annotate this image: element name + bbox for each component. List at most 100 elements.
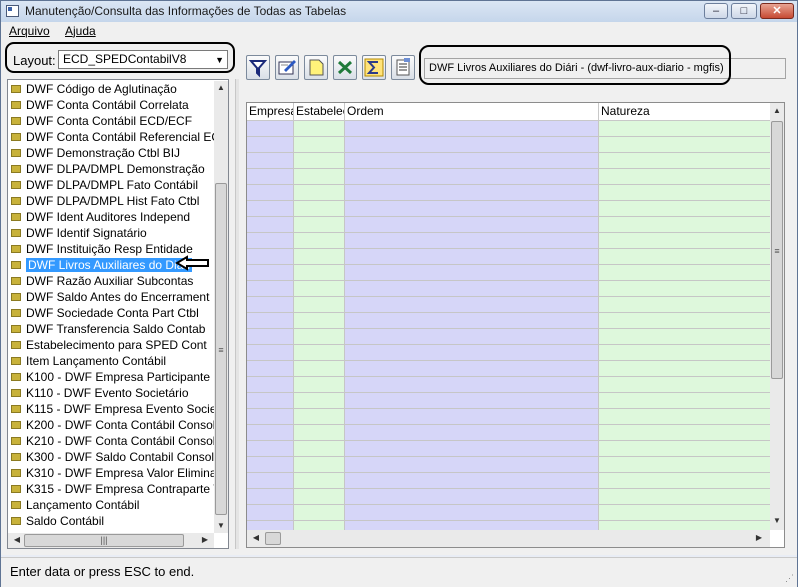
tree-item[interactable]: K110 - DWF Evento Societário — [10, 385, 216, 401]
tree-vertical-scrollbar[interactable]: ▲ ≡ ▼ — [214, 81, 228, 533]
tree-item[interactable]: DWF Conta Contábil Correlata — [10, 97, 216, 113]
tree-item-label: DWF Transferencia Saldo Contab — [26, 322, 206, 336]
folder-icon — [11, 308, 21, 317]
menu-ajuda[interactable]: Ajuda — [65, 24, 96, 38]
title-bar: Manutenção/Consulta das Informações de T… — [1, 1, 797, 23]
column-header-natureza[interactable]: Natureza — [599, 103, 770, 120]
new-document-icon — [305, 56, 327, 79]
grid-vertical-scrollbar[interactable]: ▲ ≡ ▼ — [770, 103, 784, 530]
tree-item[interactable]: DWF Código de Aglutinação — [10, 81, 216, 97]
tree-item[interactable]: K100 - DWF Empresa Participante Cons — [10, 369, 216, 385]
grid-hscroll-thumb[interactable] — [265, 532, 281, 545]
tree-item[interactable]: DWF DLPA/DMPL Fato Contábil — [10, 177, 216, 193]
scroll-left-icon[interactable]: ◀ — [249, 531, 263, 545]
sum-button[interactable] — [362, 55, 386, 80]
folder-icon — [11, 324, 21, 333]
scroll-down-icon[interactable]: ▼ — [214, 519, 228, 533]
tree-item[interactable]: Saldo Contábil — [10, 513, 216, 529]
main-window: Manutenção/Consulta das Informações de T… — [0, 0, 798, 587]
chevron-down-icon[interactable]: ▼ — [215, 52, 224, 69]
grid-col-divider — [344, 121, 345, 530]
tree-item[interactable]: K315 - DWF Empresa Contraparte Valor — [10, 481, 216, 497]
layout-selected-value: ECD_SPEDContabilV8 — [63, 52, 187, 66]
scroll-right-icon[interactable]: ▶ — [752, 531, 766, 545]
scroll-left-icon[interactable]: ◀ — [10, 533, 24, 547]
tree-item[interactable]: DWF Conta Contábil ECD/ECF — [10, 113, 216, 129]
layout-dropdown[interactable]: ECD_SPEDContabilV8 ▼ — [58, 50, 228, 69]
tree-item[interactable]: DWF Saldo Antes do Encerrament — [10, 289, 216, 305]
folder-icon — [11, 244, 21, 253]
folder-icon — [11, 356, 21, 365]
maximize-button[interactable]: □ — [731, 3, 757, 19]
folder-icon — [11, 340, 21, 349]
folder-icon — [11, 84, 21, 93]
menu-arquivo[interactable]: Arquivo — [9, 24, 50, 38]
tree-item[interactable]: Lançamento Contábil — [10, 497, 216, 513]
tree-item[interactable]: K300 - DWF Saldo Contabil Consolidado — [10, 449, 216, 465]
menu-bar: Arquivo Ajuda — [1, 22, 797, 40]
excel-button[interactable] — [333, 55, 357, 80]
tree-item[interactable]: DWF Demonstração Ctbl BIJ — [10, 145, 216, 161]
tree-item[interactable]: DWF Sociedade Conta Part Ctbl — [10, 305, 216, 321]
tree-item-label: DWF Conta Contábil Correlata — [26, 98, 189, 112]
tree-item[interactable]: Estabelecimento para SPED Cont — [10, 337, 216, 353]
tree-item[interactable]: K115 - DWF Empresa Evento Societário — [10, 401, 216, 417]
tree-item-label: DWF Identif Signatário — [26, 226, 147, 240]
folder-icon — [11, 228, 21, 237]
grid-horizontal-scrollbar[interactable]: ◀ ▶ — [247, 530, 770, 547]
column-header-empresa[interactable]: Empresa — [247, 103, 294, 120]
new-button[interactable] — [304, 55, 328, 80]
column-header-estabelec[interactable]: Estabelec — [294, 103, 345, 120]
close-button[interactable]: ✕ — [760, 3, 794, 19]
tree-item-label: DWF Conta Contábil ECD/ECF — [26, 114, 193, 128]
tree-item-label: DWF Demonstração Ctbl BIJ — [26, 146, 181, 160]
app-icon — [6, 5, 19, 17]
tree-item-label: DWF Razão Auxiliar Subcontas — [26, 274, 194, 288]
tree-item[interactable]: DWF Identif Signatário — [10, 225, 216, 241]
tree-item[interactable]: Item Lançamento Contábil — [10, 353, 216, 369]
tree-item-label: Saldo Contábil — [26, 514, 105, 528]
folder-icon — [11, 132, 21, 141]
tree-item[interactable]: K310 - DWF Empresa Valor Eliminado — [10, 465, 216, 481]
scroll-up-icon[interactable]: ▲ — [214, 81, 228, 95]
tree-item[interactable]: DWF DLPA/DMPL Hist Fato Ctbl — [10, 193, 216, 209]
tree-item[interactable]: DWF Ident Auditores Independ — [10, 209, 216, 225]
tree-item[interactable]: DWF Conta Contábil Referencial ECD/E — [10, 129, 216, 145]
tree-item[interactable]: DWF Razão Auxiliar Subcontas — [10, 273, 216, 289]
tree-item-label: DWF Conta Contábil Referencial ECD/E — [26, 130, 216, 144]
resize-grip-icon[interactable]: ⋰ — [785, 573, 794, 584]
tree-item[interactable]: DWF DLPA/DMPL Demonstração — [10, 161, 216, 177]
tree-item[interactable]: K210 - DWF Conta Contábil Consolidada — [10, 433, 216, 449]
sum-icon — [363, 56, 385, 79]
tree-scroll-thumb[interactable]: ≡ — [215, 183, 227, 515]
folder-icon — [11, 116, 21, 125]
minimize-button[interactable]: – — [704, 3, 728, 19]
edit-button[interactable] — [275, 55, 299, 80]
folder-icon — [11, 372, 21, 381]
tree-item[interactable]: DWF Transferencia Saldo Contab — [10, 321, 216, 337]
grid-scroll-thumb[interactable]: ≡ — [771, 121, 783, 379]
tree-item-label: K200 - DWF Conta Contábil Consolidaçã — [26, 418, 216, 432]
scroll-down-icon[interactable]: ▼ — [770, 514, 784, 528]
folder-icon — [11, 196, 21, 205]
info-highlight — [419, 45, 731, 85]
tree-horizontal-scrollbar[interactable]: ◀ ||| ▶ — [8, 533, 214, 548]
filter-button[interactable] — [246, 55, 270, 80]
folder-icon — [11, 484, 21, 493]
report-button[interactable] — [391, 55, 415, 80]
table-tree[interactable]: DWF Código de Aglutinação DWF Conta Contá… — [7, 79, 229, 549]
tree-item-label: DWF Instituição Resp Entidade — [26, 242, 193, 256]
tree-item-label: K110 - DWF Evento Societário — [26, 386, 189, 400]
tree-item-label: K300 - DWF Saldo Contabil Consolidado — [26, 450, 216, 464]
tree-item-label: K315 - DWF Empresa Contraparte Valor — [26, 482, 216, 496]
scroll-up-icon[interactable]: ▲ — [770, 104, 784, 118]
tree-item[interactable]: K200 - DWF Conta Contábil Consolidaçã — [10, 417, 216, 433]
data-grid[interactable]: Empresa Estabelec Ordem Natureza ▲ ≡ ▼ ◀… — [246, 102, 785, 548]
folder-icon — [11, 100, 21, 109]
tree-item-label: K100 - DWF Empresa Participante Cons — [26, 370, 216, 384]
tree-item-label: DWF DLPA/DMPL Fato Contábil — [26, 178, 199, 192]
tree-hscroll-thumb[interactable]: ||| — [24, 534, 184, 547]
column-header-ordem[interactable]: Ordem — [345, 103, 599, 120]
pane-splitter[interactable] — [235, 79, 239, 549]
scroll-right-icon[interactable]: ▶ — [198, 533, 212, 547]
